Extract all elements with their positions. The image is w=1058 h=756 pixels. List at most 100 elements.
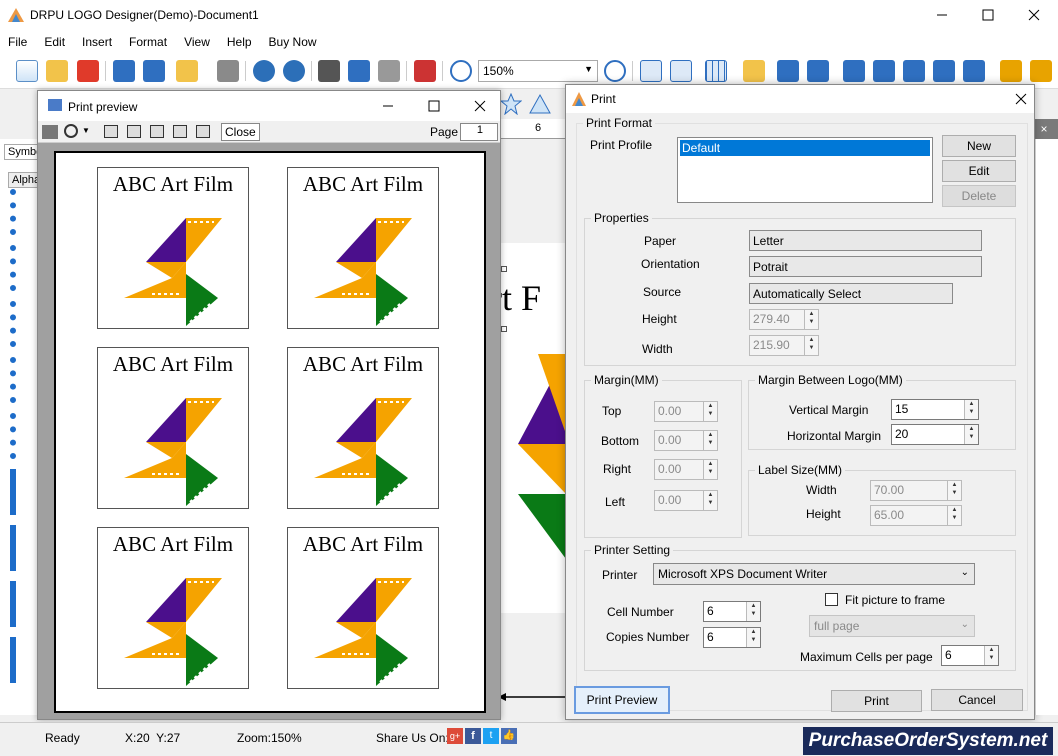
stepper-arrows-icon[interactable]: ▲ ▼ [804,336,818,355]
open-icon[interactable] [46,60,68,82]
cell-number-stepper[interactable]: 6 ▲ ▼ [703,601,761,622]
source-field[interactable]: Automatically Select [749,283,953,304]
preview-close-button[interactable]: Close [221,123,260,141]
minimize-icon[interactable] [935,8,949,22]
properties-icon[interactable] [743,60,765,82]
max-cells-stepper[interactable]: 6 ▲ ▼ [941,645,999,666]
height-stepper[interactable]: 279.40 ▲ ▼ [749,309,819,330]
like-icon[interactable]: 👍 [501,728,517,744]
delete-doc-icon[interactable] [77,60,99,82]
alphabet-list[interactable] [10,189,34,709]
letter-icon[interactable] [10,357,34,403]
zoom-icon[interactable] [64,124,78,138]
menu-buy-now[interactable]: Buy Now [269,35,317,49]
orientation-field[interactable]: Potrait [749,256,982,277]
unlock-icon[interactable] [1030,60,1052,82]
triangle-tool-icon[interactable] [529,93,551,115]
menu-file[interactable]: File [8,35,27,49]
maximize-icon[interactable] [427,99,441,113]
stepper-arrows-icon[interactable]: ▲ ▼ [804,310,818,329]
copy-icon[interactable] [348,60,370,82]
print-icon[interactable] [217,60,239,82]
letter-icon[interactable] [10,245,34,291]
export-icon[interactable] [176,60,198,82]
six-page-icon[interactable] [196,125,210,138]
stepper-arrows-icon[interactable]: ▲ ▼ [964,400,978,419]
chevron-down-icon[interactable]: ▼ [82,126,90,135]
delete-button[interactable]: Delete [942,185,1016,207]
letter-icon[interactable] [10,189,34,235]
letter-icon[interactable] [10,637,34,683]
selection-handle[interactable] [501,266,507,272]
print-button[interactable]: Print [831,690,922,712]
letter-icon[interactable] [10,301,34,347]
paper-field[interactable]: Letter [749,230,982,251]
four-page-icon[interactable] [173,125,187,138]
zoom-select[interactable]: 150% ▼ [478,60,598,82]
menu-format[interactable]: Format [129,35,167,49]
star-tool-icon[interactable] [499,92,523,116]
align-center-icon[interactable] [903,60,925,82]
menu-insert[interactable]: Insert [82,35,112,49]
selection-handle[interactable] [501,326,507,332]
redo-icon[interactable] [283,60,305,82]
print-profile-list[interactable]: Default [677,137,933,203]
label-height-stepper[interactable]: 65.00 ▲ ▼ [870,505,962,526]
menu-view[interactable]: View [184,35,210,49]
two-page-icon[interactable] [127,125,141,138]
close-icon[interactable] [1027,8,1041,22]
minimize-icon[interactable] [381,99,395,113]
new-icon[interactable] [16,60,38,82]
undo-icon[interactable] [253,60,275,82]
paste-icon[interactable] [378,60,400,82]
align-top-icon[interactable] [933,60,955,82]
lock-icon[interactable] [1000,60,1022,82]
twitter-icon[interactable]: t [483,728,499,744]
width-stepper[interactable]: 215.90 ▲ ▼ [749,335,819,356]
letter-icon[interactable] [10,413,34,459]
menu-edit[interactable]: Edit [44,35,65,49]
copies-number-stepper[interactable]: 6 ▲ ▼ [703,627,761,648]
right-stepper[interactable]: 0.00 ▲ ▼ [654,459,718,480]
stepper-arrows-icon[interactable]: ▲ ▼ [947,506,961,525]
delete-icon[interactable] [414,60,436,82]
stepper-arrows-icon[interactable]: ▲ ▼ [964,425,978,444]
stepper-arrows-icon[interactable]: ▲ ▼ [703,491,717,510]
zoom-out-icon[interactable] [604,60,626,82]
actual-size-icon[interactable] [640,60,662,82]
letter-icon[interactable] [10,525,34,571]
top-stepper[interactable]: 0.00 ▲ ▼ [654,401,718,422]
label-width-stepper[interactable]: 70.00 ▲ ▼ [870,480,962,501]
facebook-icon[interactable]: f [465,728,481,744]
stepper-arrows-icon[interactable]: ▲ ▼ [746,602,760,621]
one-page-icon[interactable] [104,125,118,138]
printer-select[interactable]: Microsoft XPS Document Writer ⌄ [653,563,975,585]
maximize-icon[interactable] [981,8,995,22]
stepper-arrows-icon[interactable]: ▲ ▼ [947,481,961,500]
menu-help[interactable]: Help [227,35,252,49]
send-back-icon[interactable] [807,60,829,82]
stepper-arrows-icon[interactable]: ▲ ▼ [746,628,760,647]
zoom-in-icon[interactable] [450,60,472,82]
bottom-stepper[interactable]: 0.00 ▲ ▼ [654,430,718,451]
stepper-arrows-icon[interactable]: ▲ ▼ [703,431,717,450]
letter-icon[interactable] [10,581,34,627]
align-right-icon[interactable] [873,60,895,82]
edit-button[interactable]: Edit [942,160,1016,182]
fit-icon[interactable] [670,60,692,82]
new-button[interactable]: New [942,135,1016,157]
grid-icon[interactable] [705,60,727,82]
save-as-icon[interactable] [143,60,165,82]
bring-front-icon[interactable] [777,60,799,82]
close-icon[interactable] [473,99,487,113]
stepper-arrows-icon[interactable]: ▲ ▼ [984,646,998,665]
horizontal-margin-stepper[interactable]: 20 ▲ ▼ [891,424,979,445]
cancel-button[interactable]: Cancel [931,689,1023,711]
save-icon[interactable] [113,60,135,82]
stepper-arrows-icon[interactable]: ▲ ▼ [703,460,717,479]
page-input[interactable]: 1 [460,123,498,141]
vertical-margin-stepper[interactable]: 15 ▲ ▼ [891,399,979,420]
profile-item-default[interactable]: Default [680,140,930,156]
align-bottom-icon[interactable] [963,60,985,82]
align-left-icon[interactable] [843,60,865,82]
